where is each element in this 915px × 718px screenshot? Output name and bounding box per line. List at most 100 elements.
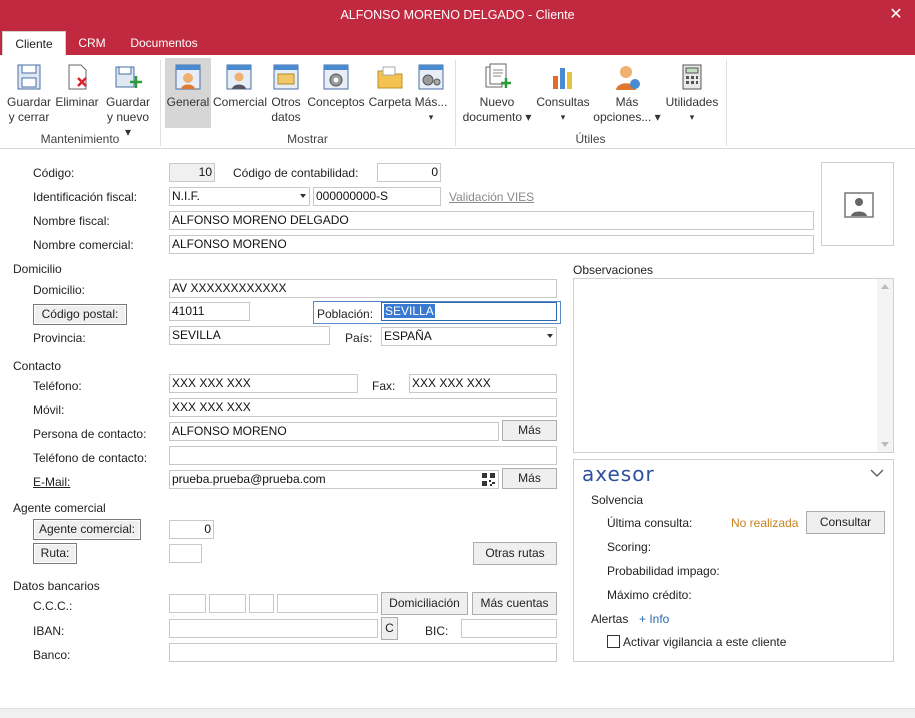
provincia-field[interactable]: SEVILLA — [169, 326, 330, 345]
mas-mostrar-button[interactable]: Más... ▾ — [414, 58, 448, 128]
qr-code-icon[interactable] — [482, 473, 495, 486]
iban-field[interactable] — [169, 619, 378, 638]
contab-field[interactable]: 0 — [377, 163, 441, 182]
eliminar-button[interactable]: Eliminar — [55, 58, 99, 128]
codigo-postal-button[interactable]: Código postal: — [33, 304, 127, 325]
ruta-field[interactable] — [169, 544, 202, 563]
chevron-down-icon — [300, 194, 306, 198]
poblacion-label: Población: — [317, 307, 374, 321]
close-icon[interactable]: ✕ — [887, 4, 905, 24]
pais-select[interactable]: ESPAÑA — [381, 327, 557, 346]
comercial-button[interactable]: Comercial — [213, 58, 267, 128]
movil-label: Móvil: — [33, 403, 65, 417]
persona-field[interactable]: ALFONSO MORENO — [169, 422, 499, 441]
scoring-label: Scoring: — [607, 540, 652, 554]
email-label[interactable]: E-Mail: — [33, 475, 70, 489]
codigo-field[interactable]: 10 — [169, 163, 215, 182]
agente-comercial-button[interactable]: Agente comercial: — [33, 519, 141, 540]
ruta-button[interactable]: Ruta: — [33, 543, 77, 564]
fax-field[interactable]: XXX XXX XXX — [409, 374, 557, 393]
tab-documentos[interactable]: Documentos — [122, 31, 206, 55]
movil-field[interactable]: XXX XXX XXX — [169, 398, 557, 417]
bar-chart-icon — [553, 68, 572, 89]
ccc-oficina-field[interactable] — [209, 594, 246, 613]
tab-cliente[interactable]: Cliente — [2, 31, 66, 55]
tel-contacto-field[interactable] — [169, 446, 557, 465]
domiciliacion-button[interactable]: Domiciliación — [381, 592, 468, 615]
consultas-button[interactable]: Consultas ▾ — [536, 58, 590, 128]
fax-label: Fax: — [372, 379, 396, 393]
domicilio-label: Domicilio: — [33, 283, 86, 297]
nombre-comercial-field[interactable]: ALFONSO MORENO — [169, 235, 814, 254]
telefono-label: Teléfono: — [33, 379, 82, 393]
persona-mas-button[interactable]: Más — [502, 420, 557, 441]
observaciones-scrollbar[interactable] — [877, 279, 893, 452]
ccc-cuenta-field[interactable] — [277, 594, 378, 613]
ultima-consulta-value: No realizada — [731, 516, 799, 530]
section-agente: Agente comercial — [13, 501, 106, 515]
observaciones-textarea[interactable] — [573, 278, 894, 453]
concepts-gear-icon — [323, 64, 349, 90]
group-utiles: Útiles — [575, 132, 606, 146]
codigo-label: Código: — [33, 166, 75, 180]
iban-calc-button[interactable]: C — [381, 617, 398, 640]
nombre-fiscal-field[interactable]: ALFONSO MORENO DELGADO — [169, 211, 814, 230]
observaciones-label: Observaciones — [573, 263, 654, 277]
solvencia-label: Solvencia — [591, 493, 644, 507]
consultar-button[interactable]: Consultar — [806, 511, 885, 534]
section-domicilio: Domicilio — [13, 262, 62, 276]
banco-field[interactable] — [169, 643, 557, 662]
guardar-nuevo-button[interactable]: Guardar y nuevo ▾ — [103, 58, 153, 139]
vies-link[interactable]: Validación VIES — [449, 190, 534, 204]
chevron-down-icon[interactable] — [870, 469, 884, 478]
mas-opciones-button[interactable]: Más opciones... ▾ — [593, 58, 661, 128]
other-data-icon — [273, 64, 299, 90]
nuevo-documento-button[interactable]: Nuevo documento ▾ — [461, 58, 533, 128]
mas-cuentas-button[interactable]: Más cuentas — [472, 592, 557, 615]
cp-field[interactable]: 41011 — [169, 302, 250, 321]
avatar-icon — [844, 192, 874, 218]
provincia-label: Provincia: — [33, 331, 86, 345]
title-bar: ALFONSO MORENO DELGADO - Cliente ✕ — [0, 0, 915, 31]
axesor-logo: axesor — [582, 462, 655, 486]
idfiscal-label: Identificación fiscal: — [33, 190, 138, 204]
info-link[interactable]: + Info — [639, 612, 669, 626]
otras-rutas-button[interactable]: Otras rutas — [473, 542, 557, 565]
guardar-cerrar-button[interactable]: Guardar y cerrar — [4, 58, 54, 128]
email-mas-button[interactable]: Más — [502, 468, 557, 489]
email-field[interactable]: prueba.prueba@prueba.com — [169, 470, 499, 489]
scroll-down-icon[interactable] — [881, 442, 889, 447]
ultima-consulta-label: Última consulta: — [607, 516, 693, 530]
utilidades-button[interactable]: Utilidades ▾ — [664, 58, 720, 128]
save-close-icon — [17, 64, 41, 90]
commercial-icon — [226, 64, 252, 90]
agente-field[interactable]: 0 — [169, 520, 214, 539]
scroll-up-icon[interactable] — [881, 284, 889, 289]
conceptos-button[interactable]: Conceptos — [307, 58, 365, 128]
otros-datos-button[interactable]: Otros datos — [266, 58, 306, 128]
general-form-icon — [175, 64, 201, 90]
vigilancia-label: Activar vigilancia a este cliente — [623, 635, 787, 649]
photo-box[interactable] — [821, 162, 894, 246]
bic-field[interactable] — [461, 619, 557, 638]
chevron-down-icon — [547, 334, 553, 338]
calculator-icon — [682, 64, 702, 90]
telefono-field[interactable]: XXX XXX XXX — [169, 374, 358, 393]
tab-crm[interactable]: CRM — [70, 31, 114, 55]
bic-label: BIC: — [425, 624, 449, 638]
poblacion-field[interactable]: SEVILLA — [381, 302, 557, 321]
carpeta-button[interactable]: Carpeta — [367, 58, 413, 128]
pais-label: País: — [345, 331, 373, 345]
general-button[interactable]: General — [165, 58, 211, 128]
ccc-entidad-field[interactable] — [169, 594, 206, 613]
nombre-comercial-label: Nombre comercial: — [33, 238, 134, 252]
persona-label: Persona de contacto: — [33, 427, 147, 441]
ccc-dc-field[interactable] — [249, 594, 274, 613]
idfiscal-field[interactable]: 000000000-S — [313, 187, 441, 206]
contab-label: Código de contabilidad: — [233, 166, 359, 180]
folder-icon — [377, 66, 403, 89]
vigilancia-checkbox[interactable] — [607, 635, 620, 648]
idfiscal-type-select[interactable]: N.I.F. — [169, 187, 310, 206]
new-document-icon — [485, 63, 511, 88]
domicilio-field[interactable]: AV XXXXXXXXXXXX — [169, 279, 557, 298]
